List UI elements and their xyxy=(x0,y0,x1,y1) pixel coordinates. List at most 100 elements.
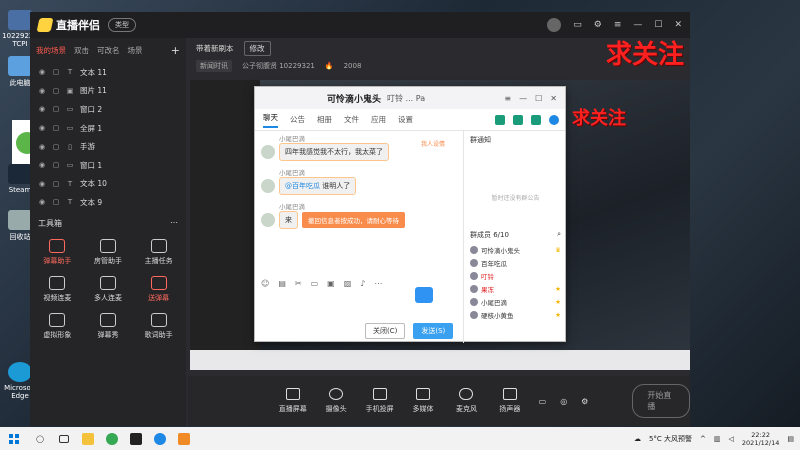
eye-icon[interactable]: ◉ xyxy=(38,180,46,188)
emoji-icon[interactable]: ☺ xyxy=(261,279,269,295)
eye-icon[interactable]: ◎ xyxy=(560,397,567,406)
weather-text[interactable]: 5°C 大风预警 xyxy=(649,434,692,444)
phone-cast-button[interactable]: 手机投屏 xyxy=(365,388,394,414)
eye-icon[interactable]: ◉ xyxy=(38,198,46,206)
send-button[interactable]: 发送(S) xyxy=(413,323,454,339)
source-item[interactable]: ◉ ▢ ▭ 窗口 2 xyxy=(30,100,186,119)
eye-icon[interactable]: ◉ xyxy=(38,161,46,169)
eye-icon[interactable]: ◉ xyxy=(38,143,46,151)
video-icon[interactable] xyxy=(513,114,523,125)
taskbar-app-explorer[interactable] xyxy=(76,427,100,450)
tray-chevron-icon[interactable]: ^ xyxy=(700,435,706,443)
close-icon[interactable]: ✕ xyxy=(550,94,557,103)
room-category[interactable]: 新闻时讯 xyxy=(196,60,232,72)
gif-icon[interactable]: ▤ xyxy=(278,279,286,295)
edit-room-button[interactable]: 修改 xyxy=(243,40,271,56)
source-item[interactable]: ◉ ▢ T 文本 10 xyxy=(30,175,186,194)
tab-files[interactable]: 文件 xyxy=(344,114,359,125)
phone-icon[interactable] xyxy=(495,114,505,125)
add-icon[interactable] xyxy=(549,114,559,125)
tool-room-manager[interactable]: 房管助手 xyxy=(83,238,134,266)
avatar[interactable] xyxy=(261,145,275,159)
start-live-button[interactable]: 开始直播 xyxy=(632,384,691,418)
tool-video-link[interactable]: 视频连麦 xyxy=(32,275,83,303)
member-item[interactable]: 小尾巴滴 ★ xyxy=(470,295,561,308)
member-item[interactable]: 叮铃 xyxy=(470,269,561,282)
tab-chat[interactable]: 聊天 xyxy=(263,112,278,128)
maximize-icon[interactable]: ☐ xyxy=(535,94,542,103)
image-icon[interactable]: ▨ xyxy=(344,279,352,295)
screenshot-icon[interactable]: ▣ xyxy=(327,279,335,295)
source-item[interactable]: ◉ ▢ T 文本 9 xyxy=(30,193,186,212)
eye-icon[interactable]: ◉ xyxy=(38,87,46,95)
member-item[interactable]: 硬核小黄鱼 ★ xyxy=(470,308,561,321)
lock-icon[interactable]: ▢ xyxy=(52,124,60,132)
minimize-icon[interactable]: — xyxy=(519,94,527,103)
eye-icon[interactable]: ◉ xyxy=(38,105,46,113)
more-icon[interactable]: ⋯ xyxy=(170,218,178,229)
lock-icon[interactable]: ▢ xyxy=(52,180,60,188)
tool-host-tasks[interactable]: 主播任务 xyxy=(133,238,184,266)
member-item[interactable]: 可怜滴小鬼头 ♛ xyxy=(470,243,561,256)
lock-icon[interactable]: ▢ xyxy=(52,161,60,169)
add-scene-icon[interactable]: + xyxy=(171,44,180,57)
settings-icon[interactable]: ⚙ xyxy=(581,397,588,406)
search-icon[interactable]: ⌕ xyxy=(557,230,561,240)
member-item[interactable]: 百年吃瓜 xyxy=(470,256,561,269)
folder-icon[interactable]: ▭ xyxy=(311,279,319,295)
tab-my-scenes[interactable]: 我的场景 xyxy=(36,45,66,56)
tool-multi-link[interactable]: 多人连麦 xyxy=(83,275,134,303)
tab-scene-4[interactable]: 场景 xyxy=(128,45,143,56)
volume-icon[interactable]: ◁ xyxy=(729,435,734,443)
camera-button[interactable]: 摄像头 xyxy=(321,388,350,414)
tab-settings[interactable]: 设置 xyxy=(398,114,413,125)
lock-icon[interactable]: ▢ xyxy=(52,143,60,151)
menu-icon[interactable]: ≡ xyxy=(504,94,511,103)
eye-icon[interactable]: ◉ xyxy=(38,124,46,132)
message-icon[interactable]: ▭ xyxy=(573,20,582,30)
tool-danmaku-show[interactable]: 弹幕秀 xyxy=(83,312,134,340)
tool-lyrics[interactable]: 歌词助手 xyxy=(133,312,184,340)
minimize-icon[interactable]: — xyxy=(633,20,642,30)
network-icon[interactable]: ▥ xyxy=(714,435,721,443)
lock-icon[interactable]: ▢ xyxy=(52,105,60,113)
source-item[interactable]: ◉ ▢ ▭ 窗口 1 xyxy=(30,156,186,175)
source-item[interactable]: ◉ ▢ T 文本 11 xyxy=(30,63,186,82)
eye-icon[interactable]: ◉ xyxy=(38,68,46,76)
taskbar-app-qq[interactable] xyxy=(148,427,172,450)
taskbar-app-chrome[interactable] xyxy=(100,427,124,450)
lock-icon[interactable]: ▢ xyxy=(52,87,60,95)
close-icon[interactable]: ✕ xyxy=(674,20,682,30)
tab-scene-3[interactable]: 可改名 xyxy=(97,45,120,56)
member-item[interactable]: 果冻 ★ xyxy=(470,282,561,295)
lock-icon[interactable]: ▢ xyxy=(52,68,60,76)
mention[interactable]: @百年吃瓜 xyxy=(285,182,320,190)
tab-announcement[interactable]: 公告 xyxy=(290,114,305,125)
source-item[interactable]: ◉ ▢ ▣ 图片 11 xyxy=(30,82,186,101)
avatar[interactable] xyxy=(261,179,275,193)
tool-danmaku-helper[interactable]: 弹幕助手 xyxy=(32,238,83,266)
taskbar-app-other[interactable] xyxy=(172,427,196,450)
tab-scene-2[interactable]: 双击 xyxy=(74,45,89,56)
screen-capture-button[interactable]: 直播屏幕 xyxy=(278,388,307,414)
lock-icon[interactable]: ▢ xyxy=(52,198,60,206)
scissors-icon[interactable]: ✂ xyxy=(295,279,302,295)
start-button[interactable] xyxy=(0,427,28,450)
microphone-button[interactable]: 麦克风 xyxy=(452,388,481,414)
maximize-icon[interactable]: ☐ xyxy=(654,20,662,30)
type-pill[interactable]: 类型 xyxy=(108,18,136,32)
taskbar-search-button[interactable]: ◯ xyxy=(28,427,52,450)
user-avatar[interactable] xyxy=(547,18,562,32)
settings-icon[interactable]: ⚙ xyxy=(594,20,602,30)
tab-apps[interactable]: 应用 xyxy=(371,114,386,125)
source-item[interactable]: ◉ ▢ ▯ 手游 xyxy=(30,137,186,156)
avatar[interactable] xyxy=(261,213,275,227)
close-chat-button[interactable]: 关闭(C) xyxy=(365,323,406,339)
multimedia-button[interactable]: 多媒体 xyxy=(408,388,437,414)
bell-icon[interactable]: ♪ xyxy=(360,279,365,295)
menu-icon[interactable]: ≡ xyxy=(614,20,622,30)
tab-album[interactable]: 相册 xyxy=(317,114,332,125)
speaker-button[interactable]: 扬声器 xyxy=(495,388,524,414)
source-item[interactable]: ◉ ▢ ▭ 全屏 1 xyxy=(30,119,186,138)
taskbar-task-view[interactable] xyxy=(52,427,76,450)
